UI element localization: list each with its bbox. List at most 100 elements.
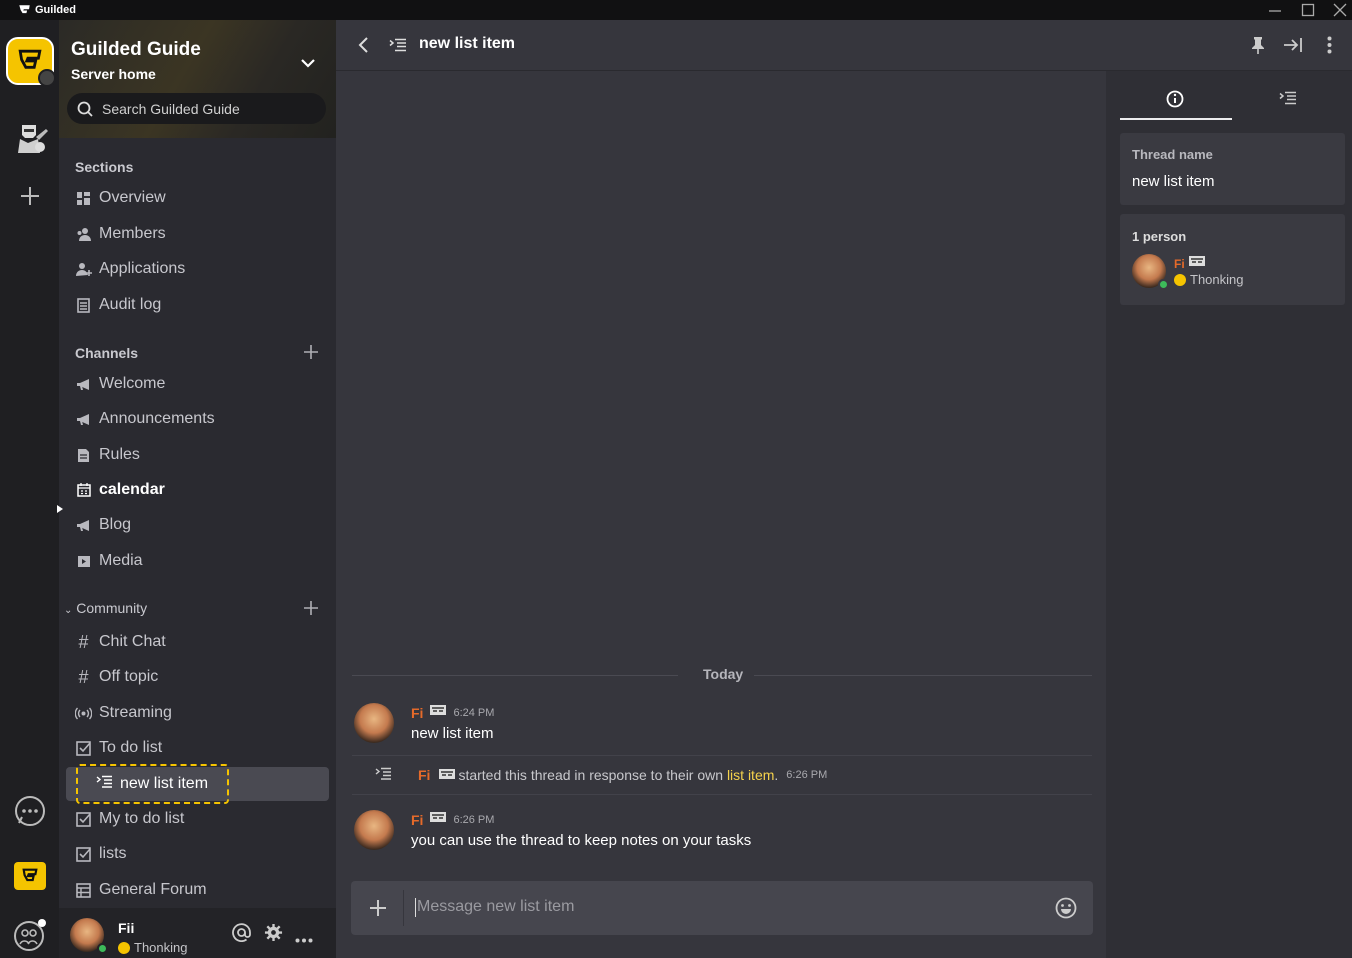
more-options-icon[interactable]: [295, 930, 313, 948]
participant-status: Thonking: [1174, 272, 1243, 287]
participants-card: 1 person Fi Thonking: [1120, 214, 1345, 305]
community-group-header[interactable]: ⌄ Community: [64, 600, 147, 616]
sidebar-item-members[interactable]: Members: [75, 222, 166, 246]
message-author[interactable]: Fi: [411, 812, 423, 828]
add-channel-icon[interactable]: [304, 343, 318, 363]
sidebar-item-rules[interactable]: Rules: [75, 443, 140, 467]
sidebar-item-streaming[interactable]: Streaming: [75, 701, 172, 725]
emoji-picker-icon[interactable]: [1055, 897, 1077, 924]
pin-icon[interactable]: [1250, 36, 1266, 59]
server-search-input[interactable]: Search Guilded Guide: [67, 93, 326, 124]
message-text: new list item: [411, 725, 494, 742]
checkbox-icon: [75, 811, 92, 827]
applications-icon: [75, 262, 92, 277]
chevron-down-icon[interactable]: [299, 54, 317, 77]
sidebar-item-calendar[interactable]: calendar: [75, 478, 165, 502]
parent-message-link[interactable]: list item: [727, 767, 774, 783]
participant-name[interactable]: Fi: [1174, 257, 1185, 271]
sidebar-item-announcements[interactable]: Announcements: [75, 407, 215, 431]
thread-icon: [375, 767, 392, 783]
friends-icon[interactable]: [0, 917, 59, 953]
guilded-logo-icon: [19, 4, 30, 13]
media-icon: [75, 555, 92, 568]
minimize-icon[interactable]: [1259, 0, 1291, 20]
server-guilded-guide[interactable]: [0, 37, 59, 87]
thread-header: new list item: [336, 20, 1352, 71]
megaphone-icon: [75, 413, 92, 426]
server-sidebar: Guilded Guide Server home Search Guilded…: [57, 20, 336, 958]
guilded-home-icon[interactable]: [0, 862, 59, 890]
thread-name-value: new list item: [1132, 173, 1215, 190]
stream-icon: [75, 707, 92, 720]
thread-title: new list item: [419, 35, 516, 52]
sidebar-item-blog[interactable]: Blog: [75, 513, 131, 537]
thread-details-panel: Thread name new list item 1 person Fi Th…: [1106, 71, 1352, 958]
channels-label: Channels: [75, 345, 139, 361]
search-placeholder: Search Guilded Guide: [102, 100, 240, 117]
sidebar-item-my-to-do-list[interactable]: My to do list: [75, 807, 184, 831]
avatar[interactable]: [1132, 254, 1169, 290]
add-community-channel-icon[interactable]: [304, 599, 318, 619]
checkbox-icon: [75, 740, 92, 756]
forum-icon: [75, 882, 92, 898]
sidebar-item-applications[interactable]: Applications: [75, 257, 185, 281]
sidebar-item-media[interactable]: Media: [75, 549, 143, 573]
active-tab-underline: [1120, 118, 1232, 120]
date-divider: Today: [352, 666, 1092, 686]
system-author[interactable]: Fi: [418, 767, 430, 783]
avatar[interactable]: [70, 918, 108, 954]
sidebar-item-lists[interactable]: lists: [75, 842, 127, 866]
mentions-icon[interactable]: [232, 923, 251, 947]
message-composer[interactable]: Message new list item: [351, 881, 1093, 935]
collapse-panel-icon[interactable]: [1283, 37, 1303, 58]
close-icon[interactable]: [1324, 0, 1352, 20]
direct-messages-icon[interactable]: [0, 795, 59, 829]
sidebar-item-off-topic[interactable]: # Off topic: [75, 665, 158, 689]
sidebar-item-to-do-list[interactable]: To do list: [75, 736, 162, 760]
add-server-icon[interactable]: [0, 185, 59, 207]
thread-icon: [96, 775, 113, 793]
thinking-emoji-icon: [118, 941, 130, 954]
settings-gear-icon[interactable]: [264, 923, 283, 947]
kebab-menu-icon[interactable]: [1327, 36, 1332, 59]
message-text: you can use the thread to keep notes on …: [411, 832, 752, 849]
megaphone-icon: [75, 378, 92, 391]
sidebar-item-new-list-item[interactable]: new list item: [76, 764, 229, 804]
message[interactable]: Fi 6:26 PM you can use the thread to kee…: [352, 808, 1092, 862]
server-knight[interactable]: [0, 115, 59, 159]
server-badge-icon: [37, 69, 56, 87]
server-subtitle: Server home: [71, 66, 156, 82]
sidebar-item-audit-log[interactable]: Audit log: [75, 293, 161, 317]
add-attachment-icon[interactable]: [369, 899, 387, 922]
community-label: Community: [76, 600, 148, 616]
online-status-icon: [97, 943, 108, 954]
participants-count: 1 person: [1132, 229, 1187, 244]
chat-area: Today Fi 6:24 PM new list item Fi starte…: [336, 71, 1106, 958]
sidebar-item-welcome[interactable]: Welcome: [75, 372, 165, 396]
message[interactable]: Fi 6:24 PM new list item: [352, 701, 1092, 755]
avatar[interactable]: [354, 703, 394, 743]
message-input[interactable]: Message new list item: [417, 898, 574, 916]
info-tab-icon[interactable]: [1166, 90, 1184, 113]
thread-name-card: Thread name new list item: [1120, 133, 1345, 205]
threads-tab-icon[interactable]: [1279, 91, 1297, 110]
message-author[interactable]: Fi: [411, 705, 423, 721]
sidebar-item-chit-chat[interactable]: # Chit Chat: [75, 630, 165, 654]
sidebar-item-general-forum[interactable]: General Forum: [75, 878, 207, 902]
avatar[interactable]: [354, 810, 394, 850]
sidebar-item-overview[interactable]: Overview: [75, 186, 166, 210]
hash-icon: #: [78, 631, 89, 652]
message-time: 6:26 PM: [453, 813, 495, 826]
knight-server-icon: [17, 125, 48, 153]
calendar-icon: [75, 483, 92, 497]
member-badge-icon: [429, 703, 447, 722]
checkbox-icon: [75, 846, 92, 862]
thread-started-notice: Fi started this thread in response to th…: [352, 755, 1092, 795]
app-brand: Guilded: [18, 4, 76, 17]
online-status-icon: [1158, 279, 1169, 290]
thread-name-label: Thread name: [1132, 147, 1213, 162]
server-header[interactable]: Guilded Guide Server home Search Guilded…: [59, 20, 336, 138]
user-status[interactable]: Thonking: [118, 940, 187, 955]
maximize-icon[interactable]: [1292, 0, 1324, 20]
back-chevron-icon[interactable]: [356, 36, 370, 59]
